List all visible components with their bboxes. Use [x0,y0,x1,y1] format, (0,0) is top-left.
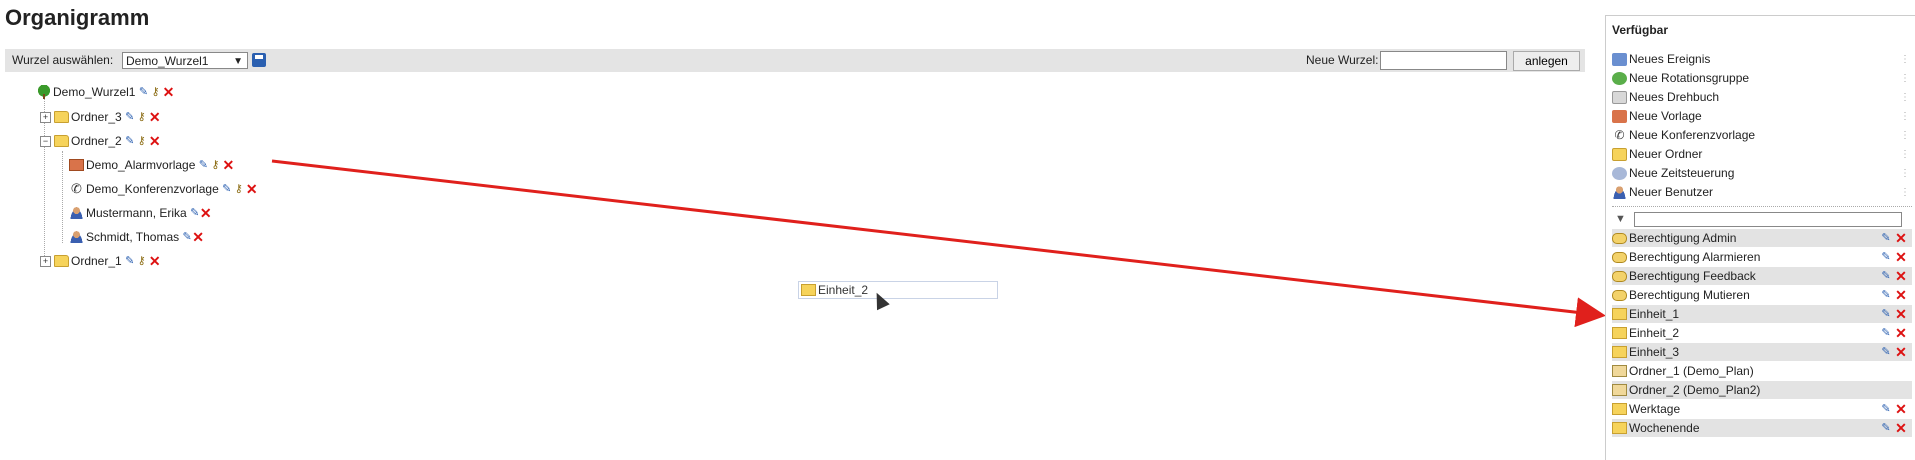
available-item-timer[interactable]: Neue Zeitsteuerung ⋮ [1612,164,1912,182]
available-item-label: Neues Drehbuch [1629,90,1720,104]
edit-icon[interactable]: ✎ [1881,251,1891,263]
list-item[interactable]: Einheit_2 ✎ ✕ [1612,324,1912,342]
edit-icon[interactable]: ✎ [1881,327,1891,339]
list-item[interactable]: Einheit_1 ✎ ✕ [1612,305,1912,323]
delete-icon[interactable]: ✕ [1895,231,1907,245]
plan-icon [1612,365,1627,377]
key-icon [1612,270,1627,282]
drag-handle-icon[interactable]: ⋮ [1900,73,1910,84]
folder-icon [1612,422,1627,434]
list-item-label: Berechtigung Mutieren [1629,288,1750,302]
folder-icon [1612,308,1627,320]
edit-icon[interactable]: ✎ [1881,346,1891,358]
delete-icon[interactable]: ✕ [1895,421,1907,435]
key-icon [1612,251,1627,263]
delete-icon[interactable]: ✕ [1895,345,1907,359]
list-item[interactable]: Ordner_2 (Demo_Plan2) [1612,381,1912,399]
available-item-template[interactable]: Neue Vorlage ⋮ [1612,107,1912,125]
filter-input[interactable] [1634,212,1902,227]
available-item-label: Neue Vorlage [1629,109,1702,123]
key-icon [1612,232,1627,244]
delete-icon[interactable]: ✕ [1895,307,1907,321]
list-item-label: Einheit_3 [1629,345,1680,359]
key-icon [1612,289,1627,301]
available-panel: Verfügbar Neues Ereignis ⋮ Neue Rotation… [1605,15,1915,460]
new-folder-icon [1612,147,1627,161]
list-item[interactable]: Berechtigung Mutieren ✎ ✕ [1612,286,1912,304]
filter-icon: ▼ [1615,213,1626,225]
list-item-label: Berechtigung Alarmieren [1629,250,1761,264]
list-item[interactable]: Wochenende ✎ ✕ [1612,419,1912,437]
list-item[interactable]: Werktage ✎ ✕ [1612,400,1912,418]
folder-icon [1612,346,1627,358]
conference-icon: ✆ [1614,127,1625,142]
arrow-line [271,159,1606,328]
drag-handle-icon[interactable]: ⋮ [1900,130,1910,141]
delete-icon[interactable]: ✕ [1895,288,1907,302]
drag-handle-icon[interactable]: ⋮ [1900,111,1910,122]
available-item-user[interactable]: Neuer Benutzer ⋮ [1612,183,1912,201]
edit-icon[interactable]: ✎ [1881,422,1891,434]
panel-title: Verfügbar [1612,23,1669,37]
edit-icon[interactable]: ✎ [1881,232,1891,244]
list-item-label: Ordner_1 (Demo_Plan) [1629,364,1754,378]
drag-handle-icon[interactable]: ⋮ [1900,54,1910,65]
list-item-label: Ordner_2 (Demo_Plan2) [1629,383,1761,397]
timer-icon [1612,166,1627,180]
delete-icon[interactable]: ✕ [1895,269,1907,283]
list-item-label: Einheit_1 [1629,307,1680,321]
event-icon [1612,52,1627,66]
list-item[interactable]: Berechtigung Alarmieren ✎ ✕ [1612,248,1912,266]
delete-icon[interactable]: ✕ [1895,250,1907,264]
list-item-label: Werktage [1629,402,1681,416]
list-item[interactable]: Ordner_1 (Demo_Plan) [1612,362,1912,380]
drag-handle-icon[interactable]: ⋮ [1900,92,1910,103]
list-item[interactable]: Berechtigung Admin ✎ ✕ [1612,229,1912,247]
rotation-icon [1612,71,1627,85]
list-item-label: Wochenende [1629,421,1700,435]
available-item-script[interactable]: Neues Drehbuch ⋮ [1612,88,1912,106]
available-item-label: Neues Ereignis [1629,52,1711,66]
list-item-label: Berechtigung Feedback [1629,269,1756,283]
available-item-conference[interactable]: ✆ Neue Konferenzvorlage ⋮ [1612,126,1912,144]
edit-icon[interactable]: ✎ [1881,403,1891,415]
template-icon [1612,109,1627,123]
available-item-label: Neuer Benutzer [1629,185,1714,199]
edit-icon[interactable]: ✎ [1881,289,1891,301]
delete-icon[interactable]: ✕ [1895,402,1907,416]
available-item-rotation[interactable]: Neue Rotationsgruppe ⋮ [1612,69,1912,87]
folder-icon [1612,403,1627,415]
available-item-label: Neue Konferenzvorlage [1629,128,1756,142]
list-item-label: Einheit_2 [1629,326,1680,340]
available-item-label: Neue Zeitsteuerung [1629,166,1735,180]
edit-icon[interactable]: ✎ [1881,270,1891,282]
available-item-label: Neue Rotationsgruppe [1629,71,1750,85]
script-icon [1612,90,1627,104]
filter-row: ▼ [1612,206,1912,229]
drag-handle-icon[interactable]: ⋮ [1900,149,1910,160]
drag-handle-icon[interactable]: ⋮ [1900,168,1910,179]
available-item-event[interactable]: Neues Ereignis ⋮ [1612,50,1912,68]
list-item-label: Berechtigung Admin [1629,231,1737,245]
edit-icon[interactable]: ✎ [1881,308,1891,320]
list-item[interactable]: Einheit_3 ✎ ✕ [1612,343,1912,361]
available-item-label: Neuer Ordner [1629,147,1703,161]
user-icon [1612,185,1627,199]
drag-handle-icon[interactable]: ⋮ [1900,187,1910,198]
plan-icon [1612,384,1627,396]
folder-icon [1612,327,1627,339]
available-item-folder[interactable]: Neuer Ordner ⋮ [1612,145,1912,163]
list-item[interactable]: Berechtigung Feedback ✎ ✕ [1612,267,1912,285]
delete-icon[interactable]: ✕ [1895,326,1907,340]
